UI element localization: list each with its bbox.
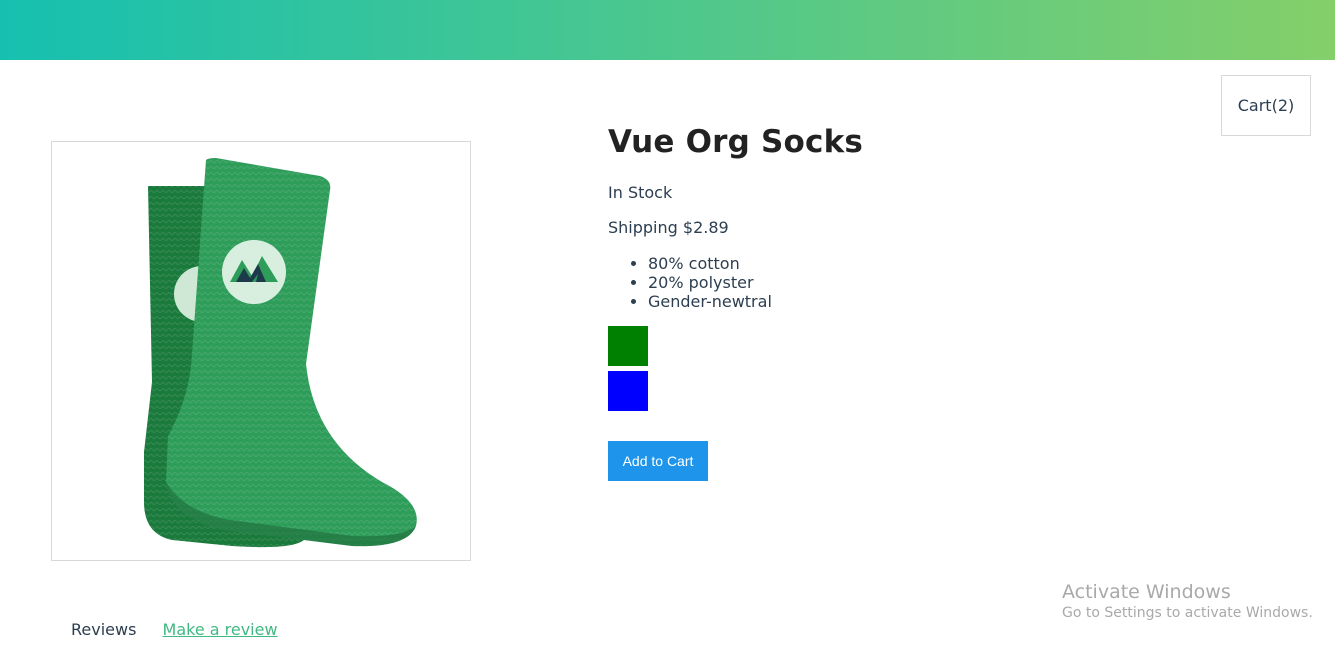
add-to-cart-button[interactable]: Add to Cart — [608, 441, 708, 481]
product-image — [51, 141, 471, 561]
detail-item: 20% polyster — [648, 273, 948, 292]
product-info: Vue Org Socks In Stock Shipping $2.89 80… — [608, 118, 1108, 481]
product-details-list: 80% cotton 20% polyster Gender-newtral — [608, 254, 948, 311]
tab-reviews[interactable]: Reviews — [71, 620, 136, 640]
green-sock-image — [144, 158, 417, 548]
windows-activation-watermark: Activate Windows Go to Settings to activ… — [1062, 580, 1313, 622]
variant-swatch-green[interactable] — [608, 326, 648, 366]
nav-bar — [0, 0, 1335, 60]
watermark-title: Activate Windows — [1062, 581, 1231, 603]
watermark-subtitle: Go to Settings to activate Windows. — [1062, 605, 1313, 621]
stock-status: In Stock — [608, 183, 673, 202]
shipping-cost: Shipping $2.89 — [608, 218, 729, 237]
cart-button[interactable]: Cart(2) — [1221, 75, 1311, 136]
detail-item: Gender-newtral — [648, 292, 948, 311]
product-title: Vue Org Socks — [608, 124, 864, 160]
tab-make-a-review[interactable]: Make a review — [163, 620, 278, 640]
detail-item: 80% cotton — [648, 254, 948, 273]
review-tabs: Reviews Make a review — [71, 620, 299, 640]
variant-swatch-blue[interactable] — [608, 371, 648, 411]
